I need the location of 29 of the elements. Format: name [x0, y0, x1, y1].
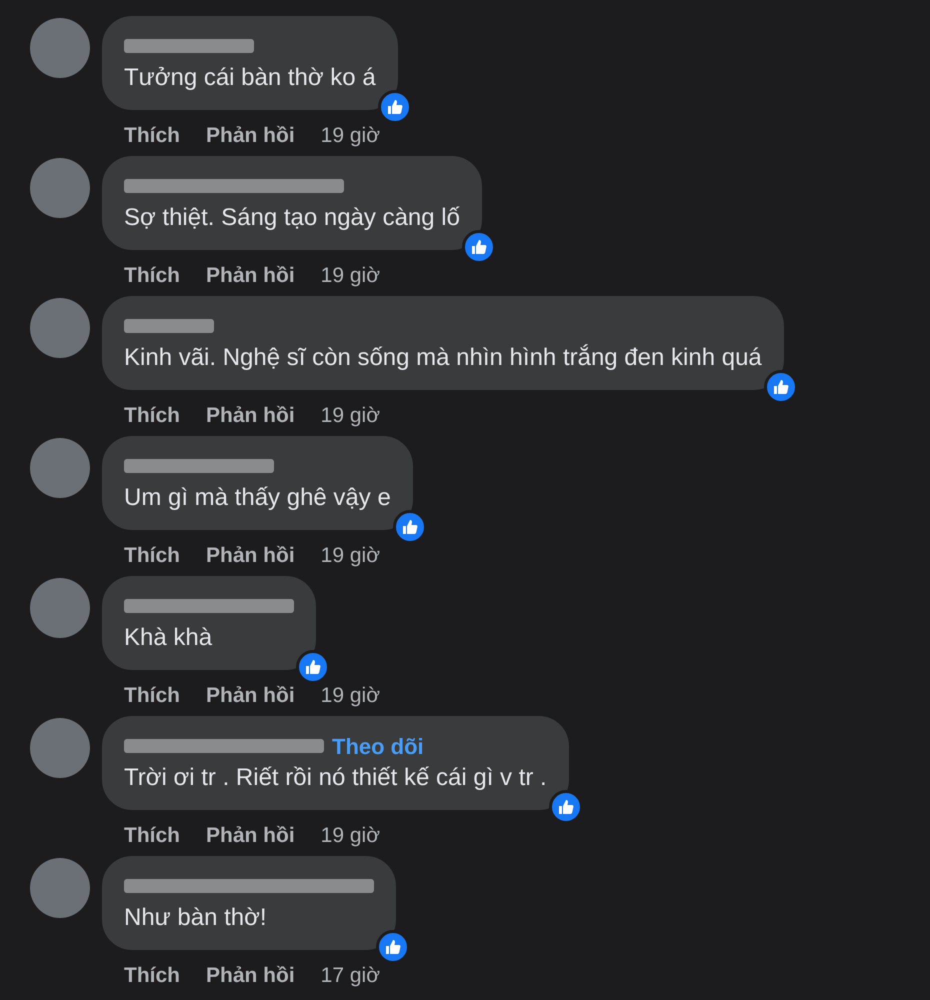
- comment-text: Sợ thiệt. Sáng tạo ngày càng lố: [124, 203, 460, 233]
- comment-text: Như bàn thờ!: [124, 903, 268, 933]
- comment-action-link[interactable]: Phản hồi: [206, 820, 295, 852]
- comment-action-link[interactable]: Phản hồi: [206, 540, 295, 572]
- comment-text: Trời ơi tr . Riết rồi nó thiết kế cái gì v tr .: [124, 763, 547, 793]
- comment-action-link[interactable]: Thích: [124, 540, 180, 572]
- comment-text: Um gì mà thấy ghê vậy e: [124, 483, 391, 513]
- comment-action-link[interactable]: Thích: [124, 260, 180, 292]
- follow-link[interactable]: Theo dõi: [332, 730, 424, 762]
- comment-action-link[interactable]: Thích: [124, 820, 180, 852]
- comment-time: 19 giờ: [320, 683, 380, 709]
- comment-time: 19 giờ: [320, 823, 380, 849]
- comment-time: 19 giờ: [320, 263, 380, 289]
- comment-text: Khà khà: [124, 623, 214, 653]
- comment-action-link[interactable]: Thích: [124, 400, 180, 432]
- comment-action-link[interactable]: Thích: [124, 120, 180, 152]
- comment-action-link[interactable]: Phản hồi: [206, 260, 295, 292]
- comment-action-link[interactable]: Phản hồi: [206, 680, 295, 712]
- comment-time: 17 giờ: [320, 963, 380, 989]
- comment-action-link[interactable]: Thích: [124, 960, 180, 992]
- comment-action-link[interactable]: Phản hồi: [206, 960, 295, 992]
- comment-action-link[interactable]: Phản hồi: [206, 400, 295, 432]
- comment-time: 19 giờ: [320, 403, 380, 429]
- comment-action-link[interactable]: Thích: [124, 680, 180, 712]
- comment-time: 19 giờ: [320, 543, 380, 569]
- comment-action-link[interactable]: Phản hồi: [206, 120, 295, 152]
- comment-text: Tưởng cái bàn thờ ko á: [124, 63, 376, 93]
- comment-time: 19 giờ: [320, 123, 380, 149]
- comment-text: Kinh vãi. Nghệ sĩ còn sống mà nhìn hình trắng đen kinh quá: [124, 343, 762, 373]
